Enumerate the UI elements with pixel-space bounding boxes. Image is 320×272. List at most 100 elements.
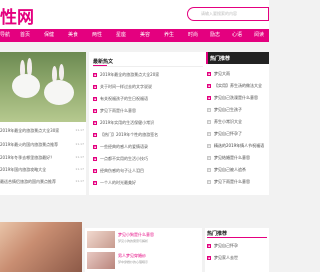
divider <box>93 66 203 67</box>
bullet-icon: ▪ <box>93 181 97 185</box>
bottom-feature-photo[interactable] <box>0 222 82 272</box>
bullet-icon: ▪ <box>93 97 97 101</box>
rank-badge-icon: ▪ <box>207 72 211 76</box>
hot-link[interactable]: ▪ 梦见自己被人追杀 <box>207 167 269 176</box>
rabbit-body <box>12 74 40 98</box>
rank-badge-icon: ▪ <box>207 132 211 136</box>
left-item-date: 11.17 <box>75 155 84 159</box>
article-title: 关于时间一样过去的文字说说 <box>100 84 152 89</box>
bottom-article-title[interactable]: 梦见小狗是什么意思 <box>118 232 154 238</box>
bullet-icon: ▪ <box>93 157 97 161</box>
left-item-title: 2019年国内旅游攻略大全 <box>0 167 47 172</box>
header: 性网 请输入要搜索的内容 <box>0 0 269 29</box>
rank-badge-icon: ▪ <box>207 84 211 88</box>
rank-badge-icon: ▪ <box>207 180 211 184</box>
bullet-icon: ▪ <box>93 145 97 149</box>
hot-link[interactable]: ▪ 梦见自己怀孕了 <box>207 131 269 140</box>
nav-item-9[interactable]: 励志 <box>210 29 220 42</box>
article-title: 2019年实用的生活保健小常识 <box>100 120 155 125</box>
bottom-article-desc: 梦见小狗的寓意与解析 <box>118 239 149 243</box>
hot-link[interactable]: ▪ 梦见结婚是什么意思 <box>207 155 269 164</box>
article-title: 经典伤感的句子让人泪目 <box>100 168 144 173</box>
header-accent-bar <box>206 52 208 64</box>
left-item-date: 11.17 <box>75 167 84 171</box>
hot-link[interactable]: ▪ 梦见家人去世 <box>207 255 267 264</box>
nav-item-6[interactable]: 美容 <box>140 29 150 42</box>
hot-title: 梦见家人去世 <box>214 255 238 260</box>
search-input[interactable]: 请输入要搜索的内容 <box>187 7 269 21</box>
article-link[interactable]: ▪ 梦见下雨是什么意思 <box>93 108 205 117</box>
bullet-icon: ▪ <box>93 109 97 113</box>
search-placeholder: 请输入要搜索的内容 <box>201 11 237 16</box>
nav-item-7[interactable]: 养生 <box>164 29 174 42</box>
nav-item-0[interactable]: 导航 <box>0 29 10 42</box>
hot-title: 梦见自己生孩子 <box>214 107 242 112</box>
hot-link[interactable]: ▪ 梦见下雨是什么意思 <box>207 179 269 188</box>
rabbit-body <box>44 80 74 105</box>
left-list-item[interactable]: 2019年冬季去哪里旅游最好？ 11.17 <box>0 155 86 163</box>
left-item-date: 11.17 <box>75 179 84 183</box>
nav-item-10[interactable]: 心语 <box>232 29 242 42</box>
bullet-icon: ▪ <box>93 121 97 125</box>
divider <box>207 237 267 238</box>
nav-item-5[interactable]: 星座 <box>116 29 126 42</box>
article-link[interactable]: ▪ 关于时间一样过去的文字说说 <box>93 84 205 93</box>
main-nav: 导航 首页 保健 美食 两性 星座 美容 养生 时尚 励志 心语 阅读 <box>0 29 269 42</box>
left-list-item[interactable]: 2019年最火的国内旅游景点推荐 11.17 <box>0 142 86 150</box>
article-link[interactable]: ▪ 一个人的时光最美好 <box>93 180 205 189</box>
bullet-icon: ▪ <box>93 133 97 137</box>
left-item-date: 11.17 <box>75 128 84 132</box>
middle-section-title: 最新热文 <box>93 59 114 65</box>
left-item-title: 2019年最火的国内旅游景点推荐 <box>0 142 59 147</box>
hot-link[interactable]: ▪ 梦见自己洗澡是什么意思 <box>207 95 269 104</box>
hot-title: 【实用】养生汤的做法大全 <box>214 83 262 88</box>
bottom-article-desc: 梦中穿婚纱的心理暗示 <box>118 260 149 264</box>
left-list-item[interactable]: 2019年国内旅游攻略大全 11.17 <box>0 167 86 175</box>
article-link[interactable]: ▪ 2019年最全的旅游景点大全20家 <box>93 72 205 81</box>
bottom-article-title[interactable]: 男人梦见穿婚纱 <box>118 253 146 259</box>
article-link[interactable]: ▪ 有关祝福孩子的生日祝福语 <box>93 96 205 105</box>
left-item-title: 最适合情侣旅游的国内景点推荐 <box>0 179 56 184</box>
hot-link[interactable]: ▪ 【实用】养生汤的做法大全 <box>207 83 269 92</box>
featured-rabbit-photo[interactable] <box>0 52 86 122</box>
site-logo[interactable]: 性网 <box>0 3 34 28</box>
rank-badge-icon: ▪ <box>207 96 211 100</box>
rank-badge-icon: ▪ <box>207 108 211 112</box>
article-title: 梦见下雨是什么意思 <box>100 108 136 113</box>
hot-link[interactable]: ▪ 梦见自己怀孕 <box>207 243 267 252</box>
hot-link[interactable]: ▪ 精选的2019年情人节祝福语 <box>207 143 269 152</box>
nav-item-11[interactable]: 阅读 <box>254 29 264 42</box>
article-title: 2019年最全的旅游景点大全20家 <box>100 72 160 77</box>
rank-badge-icon: ▪ <box>207 120 211 124</box>
right-section-header: 热门推荐 <box>206 52 269 64</box>
bullet-icon: ▪ <box>93 169 97 173</box>
article-title: 有关祝福孩子的生日祝福语 <box>100 96 148 101</box>
hot-title: 养生小常识大全 <box>214 119 242 124</box>
left-item-date: 11.17 <box>75 142 84 146</box>
article-title: 一点都不实用的生活小技巧 <box>100 156 148 161</box>
article-link[interactable]: ▪ 一点都不实用的生活小技巧 <box>93 156 205 165</box>
nav-item-3[interactable]: 美食 <box>68 29 78 42</box>
article-link[interactable]: ▪ 一些经典的感人的爱情语录 <box>93 144 205 153</box>
left-list-item[interactable]: 2019年最全的旅游景点大全30家 11.17 <box>0 128 86 136</box>
article-link[interactable]: ▪ 经典伤感的句子让人泪目 <box>93 168 205 177</box>
hot-title: 梦见自己洗澡是什么意思 <box>214 95 258 100</box>
nav-item-4[interactable]: 两性 <box>92 29 102 42</box>
hot-title: 梦见自己怀孕了 <box>214 131 242 136</box>
rank-badge-icon: ▪ <box>207 144 211 148</box>
nav-item-1[interactable]: 首页 <box>20 29 30 42</box>
hot-title: 梦见下雨是什么意思 <box>214 179 250 184</box>
thumbnail-image[interactable] <box>87 252 115 269</box>
thumbnail-image[interactable] <box>87 231 115 248</box>
nav-item-2[interactable]: 保健 <box>44 29 54 42</box>
article-link[interactable]: ▪ 【热门】2019年个性的旅游签名 <box>93 132 205 141</box>
article-title: 【热门】2019年个性的旅游签名 <box>100 132 159 137</box>
bullet-icon: ▪ <box>93 73 97 77</box>
article-link[interactable]: ▪ 2019年实用的生活保健小常识 <box>93 120 205 129</box>
left-list-item[interactable]: 最适合情侣旅游的国内景点推荐 11.17 <box>0 179 86 187</box>
hot-link[interactable]: ▪ 梦见自己生孩子 <box>207 107 269 116</box>
nav-item-8[interactable]: 时尚 <box>188 29 198 42</box>
hot-link[interactable]: ▪ 梦见大雨 <box>207 71 269 80</box>
hot-link[interactable]: ▪ 养生小常识大全 <box>207 119 269 128</box>
bullet-icon: ▪ <box>93 85 97 89</box>
